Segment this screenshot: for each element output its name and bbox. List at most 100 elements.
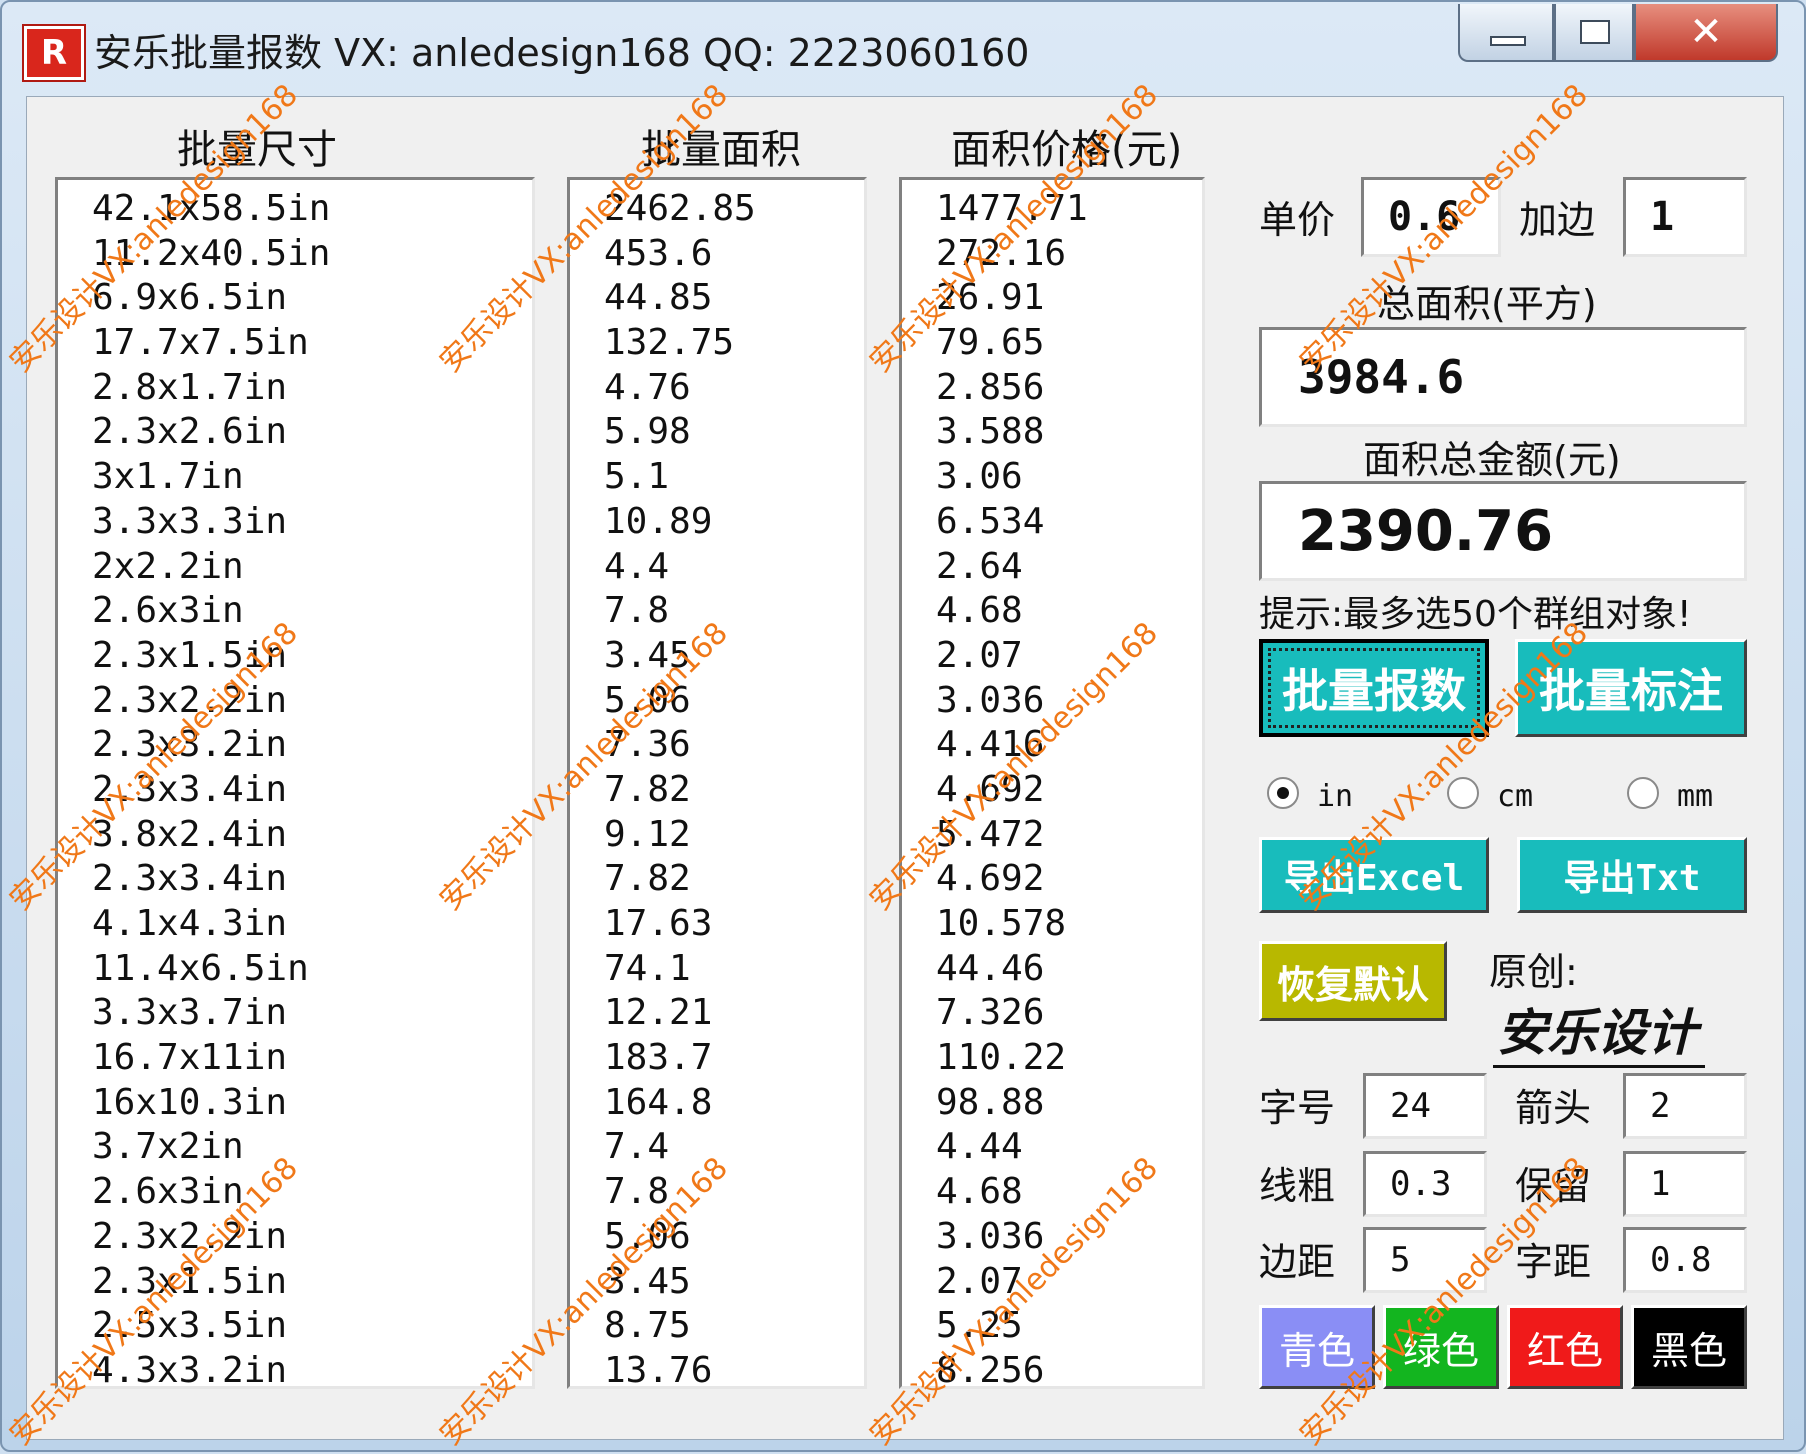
list-item[interactable]: 17.63 xyxy=(604,903,864,948)
list-item[interactable]: 17.7x7.5in xyxy=(92,322,532,367)
list-item[interactable]: 3.036 xyxy=(936,680,1202,725)
list-item[interactable]: 3.036 xyxy=(936,1216,1202,1261)
margin-input[interactable]: 5 xyxy=(1363,1227,1487,1293)
list-item[interactable]: 2.856 xyxy=(936,367,1202,412)
list-item[interactable]: 453.6 xyxy=(604,233,864,278)
arrow-input[interactable]: 2 xyxy=(1623,1073,1747,1139)
color-red-button[interactable]: 红色 xyxy=(1507,1305,1623,1389)
sizes-listbox[interactable]: 42.1x58.5in 11.2x40.5in 6.9x6.5in 17.7x7.5i… xyxy=(55,177,535,1389)
list-item[interactable]: 4.416 xyxy=(936,724,1202,769)
list-item[interactable]: 2.3x3.4in xyxy=(92,858,532,903)
list-item[interactable]: 9.12 xyxy=(604,814,864,859)
list-item[interactable]: 5.06 xyxy=(604,680,864,725)
list-item[interactable]: 132.75 xyxy=(604,322,864,367)
list-item[interactable]: 2.3x1.5in xyxy=(92,1261,532,1306)
list-item[interactable]: 2x2.2in xyxy=(92,546,532,591)
maximize-button[interactable] xyxy=(1554,4,1634,62)
list-item[interactable]: 7.8 xyxy=(604,590,864,635)
list-item[interactable]: 10.578 xyxy=(936,903,1202,948)
decimals-input[interactable]: 1 xyxy=(1623,1151,1747,1217)
list-item[interactable]: 3.588 xyxy=(936,411,1202,456)
list-item[interactable]: 1477.71 xyxy=(936,188,1202,233)
list-item[interactable]: 2.3x3.2in xyxy=(92,724,532,769)
list-item[interactable]: 3.8x2.4in xyxy=(92,814,532,859)
list-item[interactable]: 110.22 xyxy=(936,1037,1202,1082)
list-item[interactable]: 8.75 xyxy=(604,1305,864,1350)
close-button[interactable]: ✕ xyxy=(1634,4,1778,62)
list-item[interactable]: 2.3x2.6in xyxy=(92,411,532,456)
list-item[interactable]: 7.36 xyxy=(604,724,864,769)
list-item[interactable]: 11.4x6.5in xyxy=(92,948,532,993)
list-item[interactable]: 12.21 xyxy=(604,992,864,1037)
color-green-button[interactable]: 绿色 xyxy=(1383,1305,1499,1389)
areas-listbox[interactable]: 2462.85 453.6 44.85 132.75 4.76 5.98 5.1 10.89 4… xyxy=(567,177,867,1389)
list-item[interactable]: 5.472 xyxy=(936,814,1202,859)
list-item[interactable]: 3.45 xyxy=(604,1261,864,1306)
list-item[interactable]: 4.68 xyxy=(936,590,1202,635)
list-item[interactable]: 11.2x40.5in xyxy=(92,233,532,278)
unit-price-input[interactable]: 0.6 xyxy=(1361,177,1501,257)
list-item[interactable]: 16x10.3in xyxy=(92,1082,532,1127)
line-width-input[interactable]: 0.3 xyxy=(1363,1151,1487,1217)
list-item[interactable]: 2.6x3in xyxy=(92,590,532,635)
color-black-button[interactable]: 黑色 xyxy=(1631,1305,1747,1389)
font-size-input[interactable]: 24 xyxy=(1363,1073,1487,1139)
list-item[interactable]: 3.7x2in xyxy=(92,1126,532,1171)
list-item[interactable]: 5.06 xyxy=(604,1216,864,1261)
list-item[interactable]: 7.82 xyxy=(604,858,864,903)
list-item[interactable]: 2462.85 xyxy=(604,188,864,233)
list-item[interactable]: 98.88 xyxy=(936,1082,1202,1127)
list-item[interactable]: 2.3x2.2in xyxy=(92,1216,532,1261)
list-item[interactable]: 4.76 xyxy=(604,367,864,412)
list-item[interactable]: 7.4 xyxy=(604,1126,864,1171)
list-item[interactable]: 2.3x3.4in xyxy=(92,769,532,814)
list-item[interactable]: 2.07 xyxy=(936,635,1202,680)
total-amount-field[interactable]: 2390.76 xyxy=(1259,481,1747,581)
minimize-button[interactable] xyxy=(1458,4,1554,62)
list-item[interactable]: 2.3x1.5in xyxy=(92,635,532,680)
list-item[interactable]: 7.82 xyxy=(604,769,864,814)
unit-in-radio[interactable] xyxy=(1267,777,1299,809)
total-area-field[interactable]: 3984.6 xyxy=(1259,327,1747,427)
list-item[interactable]: 3.3x3.3in xyxy=(92,501,532,546)
unit-mm-radio[interactable] xyxy=(1627,777,1659,809)
list-item[interactable]: 3x1.7in xyxy=(92,456,532,501)
list-item[interactable]: 74.1 xyxy=(604,948,864,993)
prices-listbox[interactable]: 1477.71 272.16 26.91 79.65 2.856 3.588 3.06 6.5… xyxy=(899,177,1205,1389)
list-item[interactable]: 4.692 xyxy=(936,769,1202,814)
list-item[interactable]: 7.8 xyxy=(604,1171,864,1216)
list-item[interactable]: 10.89 xyxy=(604,501,864,546)
list-item[interactable]: 6.9x6.5in xyxy=(92,277,532,322)
list-item[interactable]: 183.7 xyxy=(604,1037,864,1082)
list-item[interactable]: 6.534 xyxy=(936,501,1202,546)
list-item[interactable]: 2.07 xyxy=(936,1261,1202,1306)
export-excel-button[interactable]: 导出Excel xyxy=(1259,837,1489,913)
batch-quote-button[interactable]: 批量报数 xyxy=(1259,639,1489,737)
list-item[interactable]: 44.85 xyxy=(604,277,864,322)
unit-cm-radio[interactable] xyxy=(1447,777,1479,809)
list-item[interactable]: 272.16 xyxy=(936,233,1202,278)
list-item[interactable]: 16.7x11in xyxy=(92,1037,532,1082)
list-item[interactable]: 44.46 xyxy=(936,948,1202,993)
list-item[interactable]: 5.98 xyxy=(604,411,864,456)
list-item[interactable]: 7.326 xyxy=(936,992,1202,1037)
title-bar[interactable]: R 安乐批量报数 VX: anledesign168 QQ: 222306016… xyxy=(2,2,1804,94)
list-item[interactable]: 4.692 xyxy=(936,858,1202,903)
bleed-input[interactable]: 1 xyxy=(1623,177,1747,257)
batch-annotate-button[interactable]: 批量标注 xyxy=(1515,639,1747,737)
list-item[interactable]: 2.3x2.2in xyxy=(92,680,532,725)
list-item[interactable]: 5.25 xyxy=(936,1305,1202,1350)
list-item[interactable]: 13.76 xyxy=(604,1350,864,1386)
list-item[interactable]: 2.8x1.7in xyxy=(92,367,532,412)
list-item[interactable]: 4.1x4.3in xyxy=(92,903,532,948)
list-item[interactable]: 4.3x3.2in xyxy=(92,1350,532,1386)
restore-default-button[interactable]: 恢复默认 xyxy=(1259,941,1447,1021)
color-cyan-button[interactable]: 青色 xyxy=(1259,1305,1375,1389)
export-txt-button[interactable]: 导出Txt xyxy=(1517,837,1747,913)
list-item[interactable]: 5.1 xyxy=(604,456,864,501)
list-item[interactable]: 4.68 xyxy=(936,1171,1202,1216)
list-item[interactable]: 2.5x3.5in xyxy=(92,1305,532,1350)
list-item[interactable]: 42.1x58.5in xyxy=(92,188,532,233)
list-item[interactable]: 3.3x3.7in xyxy=(92,992,532,1037)
list-item[interactable]: 2.6x3in xyxy=(92,1171,532,1216)
